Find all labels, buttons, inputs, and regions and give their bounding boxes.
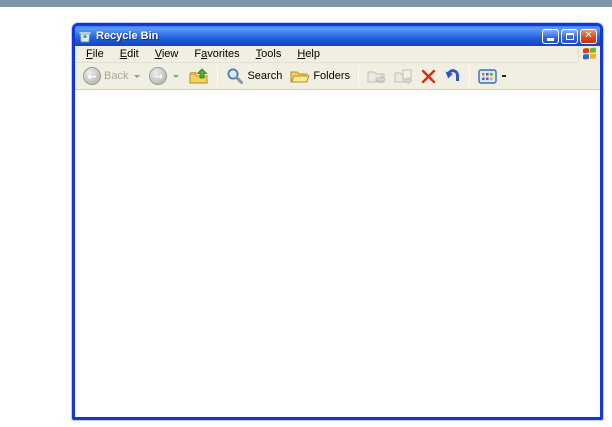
minimize-button[interactable] xyxy=(542,28,559,44)
forward-button[interactable]: → xyxy=(146,65,170,87)
delete-x-icon xyxy=(421,69,436,84)
toolbar-separator xyxy=(217,66,219,86)
search-icon xyxy=(226,67,244,85)
copy-to-button[interactable] xyxy=(391,67,416,86)
undo-arrow-icon xyxy=(444,68,461,84)
minimize-icon xyxy=(547,37,554,41)
menu-view[interactable]: View xyxy=(147,47,187,62)
forward-icon: → xyxy=(149,67,168,85)
toolbar: ← Back → Search Folders xyxy=(75,63,600,90)
move-to-icon xyxy=(367,69,386,84)
back-label: Back xyxy=(104,70,129,82)
menu-tools[interactable]: Tools xyxy=(248,47,290,62)
file-list-area[interactable] xyxy=(75,90,600,417)
windows-flag-icon xyxy=(578,46,600,63)
menu-bar: File Edit View Favorites Tools Help xyxy=(75,46,600,63)
menu-help[interactable]: Help xyxy=(289,47,328,62)
recycle-bin-icon xyxy=(78,30,92,43)
search-button[interactable]: Search xyxy=(223,65,285,87)
delete-button[interactable] xyxy=(418,67,439,86)
up-folder-icon xyxy=(189,67,209,85)
views-button[interactable] xyxy=(475,67,509,86)
folders-label: Folders xyxy=(313,70,351,82)
page: Recycle Bin ✕ File Edit View Favorites T… xyxy=(0,0,612,427)
window-title: Recycle Bin xyxy=(96,30,159,42)
menu-file[interactable]: File xyxy=(78,47,112,62)
folders-button[interactable]: Folders xyxy=(287,67,353,86)
views-icon xyxy=(478,68,497,84)
move-to-button[interactable] xyxy=(364,67,389,86)
toolbar-separator xyxy=(469,66,471,86)
toolbar-separator xyxy=(358,66,360,86)
back-button[interactable]: ← Back xyxy=(80,65,131,87)
forward-dropdown-chevron-icon[interactable] xyxy=(173,74,180,78)
views-dropdown-icon xyxy=(502,75,507,77)
copy-to-icon xyxy=(394,69,413,84)
up-button[interactable] xyxy=(186,66,212,87)
close-icon: ✕ xyxy=(584,30,593,41)
close-button[interactable]: ✕ xyxy=(580,28,597,44)
folders-icon xyxy=(290,69,311,84)
menu-edit[interactable]: Edit xyxy=(112,47,147,62)
back-dropdown-chevron-icon[interactable] xyxy=(134,74,141,78)
recycle-bin-window: Recycle Bin ✕ File Edit View Favorites T… xyxy=(72,23,603,420)
page-top-stripe xyxy=(0,0,612,7)
maximize-icon xyxy=(565,32,574,40)
window-titlebar[interactable]: Recycle Bin ✕ xyxy=(75,26,600,46)
menu-favorites[interactable]: Favorites xyxy=(186,47,247,62)
search-label: Search xyxy=(247,70,283,82)
back-icon: ← xyxy=(83,67,101,85)
undo-button[interactable] xyxy=(441,66,464,86)
window-controls: ✕ xyxy=(542,28,597,44)
maximize-button[interactable] xyxy=(561,28,578,44)
